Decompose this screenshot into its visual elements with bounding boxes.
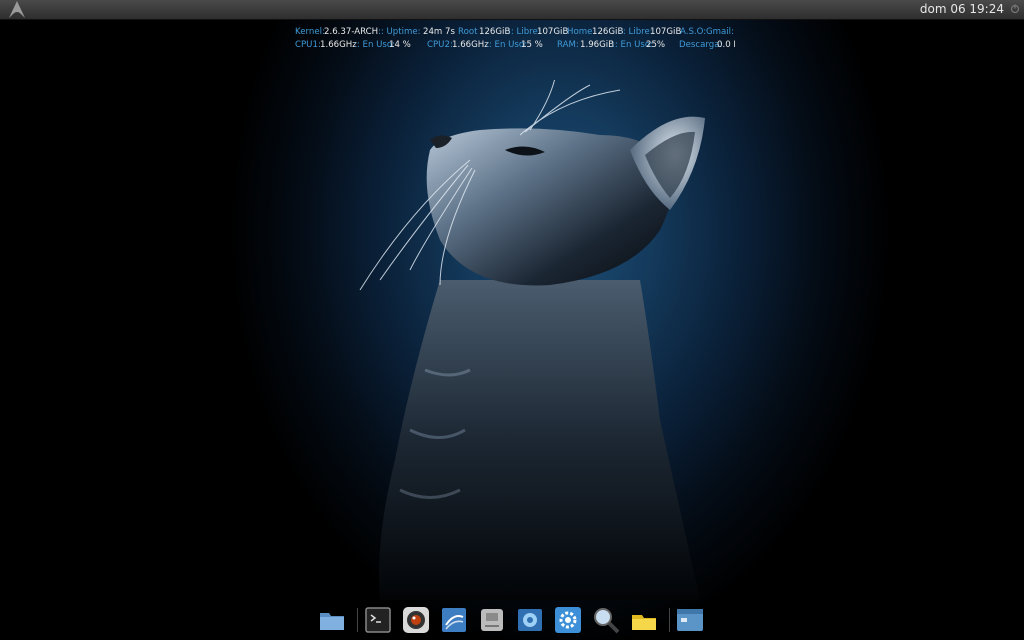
cpu1-value: 1.66GHz (320, 40, 357, 50)
conky-row-resources: CPU1: 1.66GHz :: En Uso: 14 % CPU2: 1.66… (295, 39, 735, 52)
arch-logo-icon[interactable] (8, 1, 26, 18)
home-free-value: 107GiB (650, 27, 682, 37)
conky-row-system: Kernel: 2.6.37-ARCH :: Uptime: 24m 7s Ro… (295, 26, 735, 39)
kernel-label: Kernel: (295, 27, 325, 37)
cpu2-value: 1.66GHz (452, 40, 489, 50)
kernel-value: 2.6.37-ARCH (324, 27, 379, 37)
ram-value: 1.96GiB (580, 40, 615, 50)
root-free-label: :: Libre: (508, 27, 541, 37)
home-free-label: :: Libre: (620, 27, 653, 37)
aso-label: A.S.O: (680, 27, 707, 37)
ram-use-value: 25% (646, 40, 666, 50)
download-value: 0.0 I (717, 40, 735, 50)
root-value: 126GiB (479, 27, 511, 37)
camera-lens-icon[interactable] (401, 605, 431, 635)
home-label: Home (567, 27, 593, 37)
cpu2-label: CPU2: (427, 40, 453, 50)
drive-icon[interactable] (477, 605, 507, 635)
uptime-label: :: Uptime: (378, 27, 421, 37)
ram-label: RAM: (557, 40, 579, 50)
terminal-icon[interactable] (363, 605, 393, 635)
download-label: Descarga: (679, 40, 723, 50)
uptime-value: 24m 7s (423, 27, 455, 37)
conky-monitor: Kernel: 2.6.37-ARCH :: Uptime: 24m 7s Ro… (295, 26, 735, 52)
cpu2-use-value: 15 % (521, 40, 543, 50)
cpu1-label: CPU1: (295, 40, 321, 50)
writer-icon[interactable] (439, 605, 469, 635)
clock[interactable]: dom 06 19:24 (920, 2, 1004, 16)
root-label: Root (458, 27, 478, 37)
dock (313, 600, 713, 640)
desktop: dom 06 19:24 Kernel: 2.6.37-ARCH :: Upti… (0, 0, 1024, 640)
cat-wallpaper-image (359, 80, 705, 600)
dock-separator (357, 608, 358, 632)
browser-icon[interactable] (515, 605, 545, 635)
folder-icon[interactable] (317, 605, 347, 635)
top-panel: dom 06 19:24 (0, 0, 1024, 20)
files-icon[interactable] (629, 605, 659, 635)
home-value: 126GiB (592, 27, 624, 37)
dock-separator (669, 608, 670, 632)
root-free-value: 107GiB (537, 27, 569, 37)
settings-icon[interactable] (553, 605, 583, 635)
window-icon[interactable] (675, 605, 705, 635)
power-icon[interactable] (1010, 4, 1020, 14)
search-icon[interactable] (591, 605, 621, 635)
cpu1-use-value: 14 % (389, 40, 411, 50)
gmail-label: Gmail: (706, 27, 734, 37)
